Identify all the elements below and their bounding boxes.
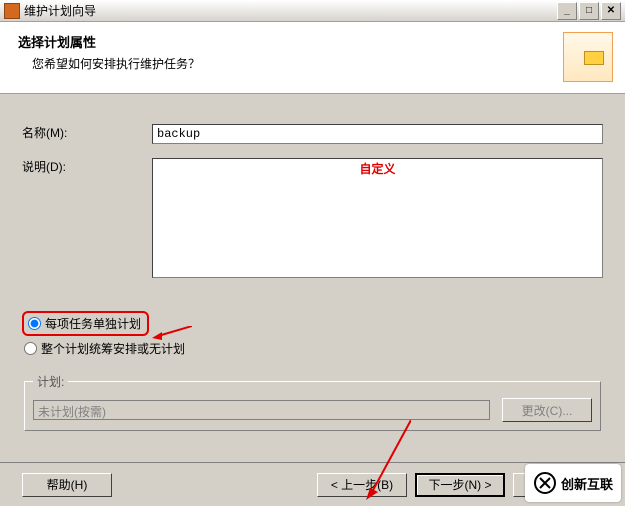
radio-separate[interactable]	[28, 317, 41, 330]
maximize-button[interactable]: □	[579, 2, 599, 20]
radio-separate-label: 每项任务单独计划	[45, 315, 141, 332]
app-icon	[4, 3, 20, 19]
watermark-logo-icon	[533, 471, 557, 495]
change-button: 更改(C)...	[502, 398, 592, 422]
window-controls: _ □ ✕	[555, 2, 621, 20]
window-title: 维护计划向导	[24, 2, 555, 19]
wizard-content: 名称(M): 说明(D): 自定义 每项任务单独计划 整个计划统筹安排或无计划 …	[0, 94, 625, 462]
schedule-fieldset: 计划: 未计划(按需) 更改(C)...	[24, 373, 601, 431]
schedule-type-group: 每项任务单独计划 整个计划统筹安排或无计划	[22, 311, 603, 357]
name-input[interactable]	[152, 124, 603, 144]
help-button[interactable]: 帮助(H)	[22, 473, 112, 497]
radio-single-label: 整个计划统筹安排或无计划	[41, 340, 185, 357]
radio-highlight-annotation: 每项任务单独计划	[22, 311, 149, 336]
schedule-text: 未计划(按需)	[33, 400, 490, 420]
page-title: 选择计划属性	[18, 32, 607, 51]
description-textarea[interactable]	[152, 158, 603, 278]
description-label: 说明(D):	[22, 158, 152, 281]
next-button[interactable]: 下一步(N) >	[415, 473, 505, 497]
minimize-button[interactable]: _	[557, 2, 577, 20]
name-label: 名称(M):	[22, 124, 152, 144]
schedule-legend: 计划:	[33, 373, 68, 390]
back-button[interactable]: < 上一步(B)	[317, 473, 407, 497]
page-subtitle: 您希望如何安排执行维护任务？	[18, 55, 607, 72]
titlebar: 维护计划向导 _ □ ✕	[0, 0, 625, 22]
close-button[interactable]: ✕	[601, 2, 621, 20]
watermark-text: 创新互联	[561, 474, 613, 493]
watermark: 创新互联	[525, 464, 621, 502]
wizard-header: 选择计划属性 您希望如何安排执行维护任务？	[0, 22, 625, 94]
wizard-graphic-icon	[563, 32, 613, 82]
radio-single[interactable]	[24, 342, 37, 355]
